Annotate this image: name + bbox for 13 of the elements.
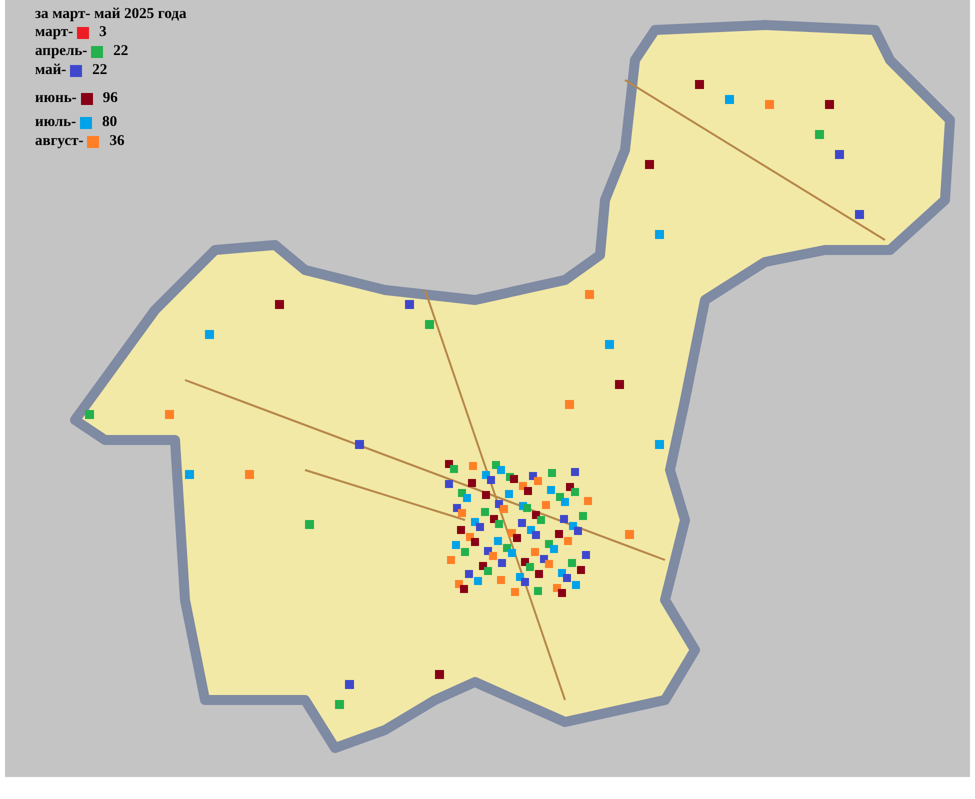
- legend-label: август-: [35, 133, 84, 150]
- legend-count: 22: [113, 43, 128, 60]
- legend-count: 3: [99, 24, 107, 41]
- legend-count: 80: [102, 114, 118, 131]
- legend-label: июль-: [35, 114, 76, 131]
- legend-count: 96: [102, 90, 118, 107]
- legend-title: за март- май 2025 года: [35, 6, 187, 22]
- legend-label: март-: [35, 24, 74, 41]
- legend-label: июнь-: [35, 90, 77, 107]
- legend-label: май-: [35, 62, 66, 79]
- legend-count: 22: [92, 62, 108, 79]
- legend-count: 36: [109, 133, 124, 150]
- legend-label: апрель-: [35, 43, 88, 60]
